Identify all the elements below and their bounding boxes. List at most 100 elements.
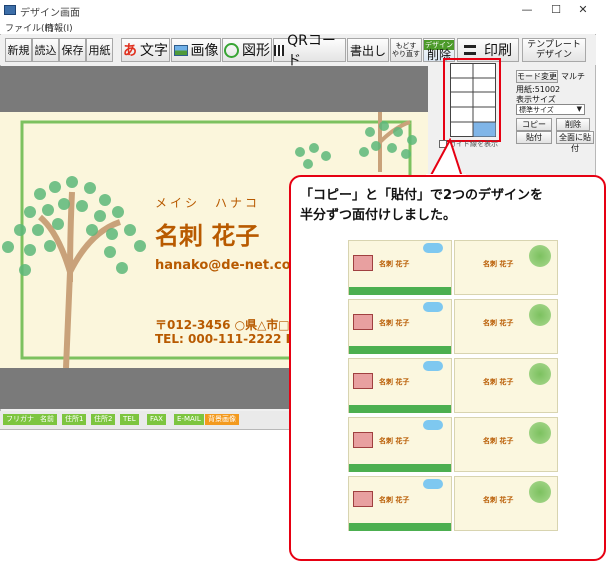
grass-strip xyxy=(349,346,451,354)
mini-card-name: 名刺 花子 xyxy=(379,260,410,268)
callout-line2: 半分ずつ面付けしました。 xyxy=(300,208,457,223)
tree-icon xyxy=(529,481,551,503)
save-button[interactable]: 保存 xyxy=(59,38,86,62)
mini-card-right: 名刺 花子 xyxy=(454,476,558,531)
mini-card-name: 名刺 花子 xyxy=(483,319,514,327)
mini-card-right: 名刺 花子 xyxy=(454,417,558,472)
callout-pointer xyxy=(426,138,466,178)
house-icon xyxy=(353,373,373,389)
mini-card-name: 名刺 花子 xyxy=(483,260,514,268)
redo-label: やり直す xyxy=(392,50,420,58)
qr-button[interactable]: QRコード xyxy=(273,33,346,69)
shape-button[interactable]: 図形 xyxy=(222,38,272,62)
qr-code-icon xyxy=(274,44,285,56)
tag-address1[interactable]: 住所1 xyxy=(62,414,87,425)
image-button-label: 画像 xyxy=(190,43,219,59)
text-button[interactable]: あ 文字 xyxy=(121,38,170,62)
card-address[interactable]: 〒012-3456 ○県△市□町 xyxy=(155,316,302,333)
paper-button[interactable]: 用紙 xyxy=(86,38,113,62)
tag-name[interactable]: 名前 xyxy=(37,414,57,425)
grid-highlight-frame xyxy=(443,58,501,142)
mini-card-left: 名刺 花子 xyxy=(348,476,452,531)
window-title: デザイン画面 xyxy=(20,8,80,19)
tag-furigana[interactable]: フリガナ xyxy=(3,414,37,425)
maximize-button[interactable]: ☐ xyxy=(543,2,569,18)
template-label: テンプレート xyxy=(527,40,581,50)
callout-line1: 「コピー」と「貼付」で2つのデザインを xyxy=(300,188,544,203)
app-icon xyxy=(4,5,16,15)
mini-card-right: 名刺 花子 xyxy=(454,240,558,295)
grass-strip xyxy=(349,464,451,472)
tag-tel[interactable]: TEL xyxy=(120,414,139,425)
mini-card-right: 名刺 花子 xyxy=(454,299,558,354)
delete-button[interactable]: 削除 xyxy=(556,118,590,131)
card-email[interactable]: hanako@de-net.com xyxy=(155,258,304,273)
image-button[interactable]: 画像 xyxy=(171,38,221,62)
mini-card-name: 名刺 花子 xyxy=(379,496,410,504)
callout-text: 「コピー」と「貼付」で2つのデザインを 半分ずつ面付けしました。 xyxy=(300,186,596,226)
grass-strip xyxy=(349,287,451,295)
grass-strip xyxy=(349,405,451,413)
print-button-label: 印刷 xyxy=(484,43,512,59)
cloud-icon xyxy=(423,479,443,489)
mode-change-button[interactable]: モード変更 xyxy=(516,70,558,83)
mini-card-left: 名刺 花子 xyxy=(348,240,452,295)
menu-info[interactable]: 情報(I) xyxy=(45,21,73,34)
tag-background-image[interactable]: 背景画像 xyxy=(205,414,239,425)
tree-icon xyxy=(529,245,551,267)
cloud-icon xyxy=(423,420,443,430)
design-label: デザイン xyxy=(535,50,572,60)
mini-card-name: 名刺 花子 xyxy=(379,437,410,445)
dropdown-arrow-icon: ▼ xyxy=(576,105,582,113)
open-button[interactable]: 読込 xyxy=(32,38,59,62)
mini-card-left: 名刺 花子 xyxy=(348,299,452,354)
mini-card-name: 名刺 花子 xyxy=(483,496,514,504)
tree-icon xyxy=(529,304,551,326)
card-furigana[interactable]: メイシ ハナコ xyxy=(155,194,260,211)
image-icon xyxy=(173,44,188,56)
cloud-icon xyxy=(423,361,443,371)
shape-button-label: 図形 xyxy=(242,43,270,59)
mini-card-name: 名刺 花子 xyxy=(379,378,410,386)
printer-icon xyxy=(464,45,476,55)
undo-label: もどす xyxy=(395,42,417,50)
mini-card-left: 名刺 花子 xyxy=(348,417,452,472)
mini-card-left: 名刺 花子 xyxy=(348,358,452,413)
cloud-icon xyxy=(423,302,443,312)
text-button-label: 文字 xyxy=(140,43,168,59)
tag-fax[interactable]: FAX xyxy=(147,414,166,425)
copy-button[interactable]: コピー xyxy=(516,118,552,131)
mini-card-name: 名刺 花子 xyxy=(483,437,514,445)
qr-button-label: QRコード xyxy=(287,33,336,69)
mini-card-name: 名刺 花子 xyxy=(483,378,514,386)
tree-icon xyxy=(529,363,551,385)
paste-all-button[interactable]: 全面に貼付 xyxy=(556,131,594,153)
tree-icon xyxy=(529,422,551,444)
paste-button[interactable]: 貼付 xyxy=(516,131,552,144)
template-design-button[interactable]: テンプレート デザイン xyxy=(522,38,586,62)
tag-email[interactable]: E-MAIL xyxy=(174,414,204,425)
house-icon xyxy=(353,491,373,507)
mini-card-right: 名刺 花子 xyxy=(454,358,558,413)
title-bar xyxy=(0,0,596,20)
grass-strip xyxy=(349,523,451,531)
text-icon: あ xyxy=(123,43,137,59)
close-button[interactable]: ✕ xyxy=(570,2,596,18)
house-icon xyxy=(353,255,373,271)
mode-value: マルチ xyxy=(561,72,585,81)
minimize-button[interactable]: — xyxy=(514,2,540,18)
imposition-preview: 名刺 花子 名刺 花子 名刺 花子 名刺 花子 名刺 花子 名刺 花子 名刺 花… xyxy=(348,240,558,540)
house-icon xyxy=(353,314,373,330)
circle-shape-icon xyxy=(224,42,239,58)
mini-card-name: 名刺 花子 xyxy=(379,319,410,327)
display-size-value: 標準サイズ xyxy=(519,106,554,114)
card-tel[interactable]: TEL: 000-111-2222 FA xyxy=(155,332,302,346)
tag-address2[interactable]: 住所2 xyxy=(91,414,116,425)
new-button[interactable]: 新規 xyxy=(5,38,32,62)
export-button[interactable]: 書出し xyxy=(347,38,389,62)
display-size-select[interactable]: 標準サイズ ▼ xyxy=(516,104,585,115)
house-icon xyxy=(353,432,373,448)
undo-redo-button[interactable]: もどす やり直す xyxy=(390,38,422,62)
card-name[interactable]: 名刺 花子 xyxy=(155,216,259,251)
cloud-icon xyxy=(423,243,443,253)
